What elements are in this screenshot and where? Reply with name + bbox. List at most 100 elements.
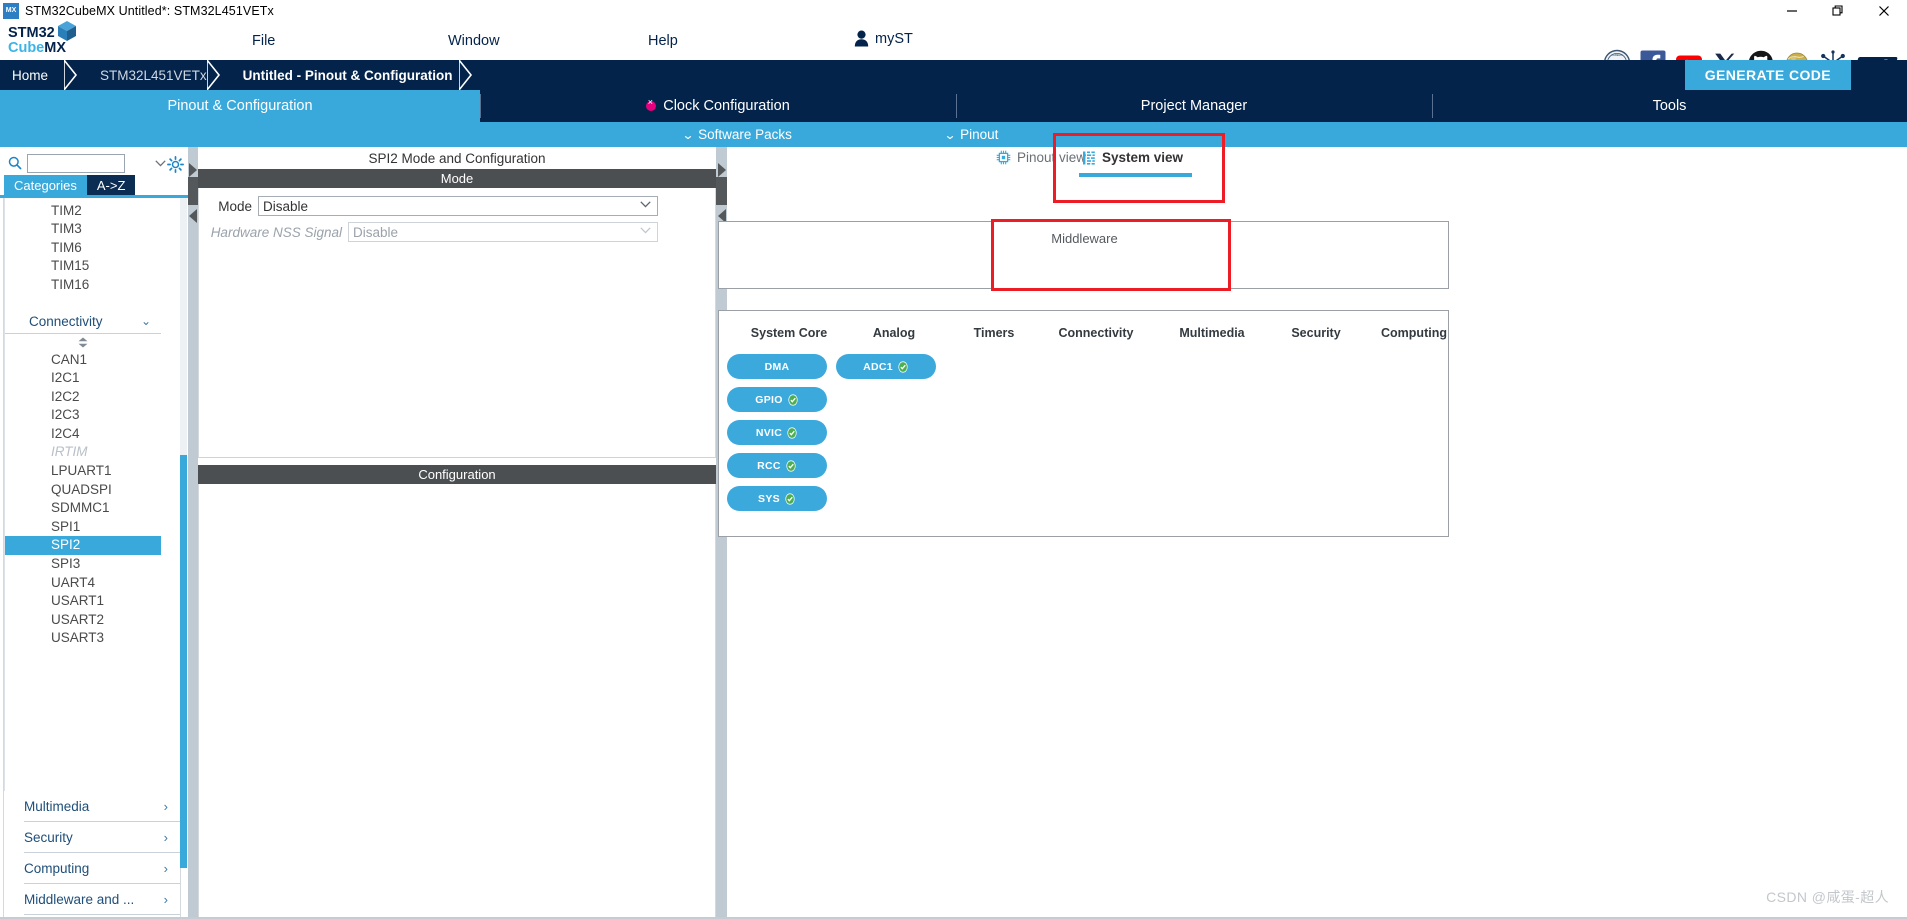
list-item-usart1[interactable]: USART1	[5, 592, 180, 611]
peripheral-sys-label: SYS	[758, 492, 780, 505]
column-computing: Computing	[1349, 311, 1479, 340]
peripheral-rcc[interactable]: RCC	[727, 453, 827, 478]
column-computing-title: Computing	[1381, 326, 1447, 340]
configured-check-icon-adc1	[898, 360, 908, 373]
list-item-usart2[interactable]: USART2	[5, 610, 180, 629]
mode-select[interactable]: Disable	[258, 196, 658, 216]
tab-clock-configuration-label: Clock Configuration	[663, 98, 790, 114]
splitter-right-up-arrow-icon[interactable]	[717, 163, 727, 177]
splitter-right-handle[interactable]	[716, 177, 727, 205]
tab-categories[interactable]: Categories	[4, 175, 87, 195]
system-view-panel: Pinout view System view Middleware Syste…	[718, 133, 1907, 919]
peripheral-dma-label: DMA	[764, 360, 790, 373]
breadcrumb-item-home[interactable]: Home	[0, 60, 64, 90]
tab-pinout-configuration[interactable]: Pinout & Configuration	[0, 90, 480, 122]
breadcrumb-item-current[interactable]: Untitled - Pinout & Configuration	[229, 60, 453, 90]
peripheral-adc1-label: ADC1	[863, 360, 893, 373]
peripheral-config-panel: SPI2 Mode and Configuration Mode Mode Di…	[198, 147, 716, 919]
list-item-lpuart1[interactable]: LPUART1	[5, 462, 180, 481]
category-computing[interactable]: Computing ›	[24, 853, 180, 884]
scroll-up-arrow-icon[interactable]	[5, 337, 161, 348]
highlight-box-middleware	[991, 219, 1231, 291]
list-item-sdmmc1[interactable]: SDMMC1	[5, 499, 180, 518]
gear-icon[interactable]	[167, 156, 184, 173]
hardware-nss-signal-label: Hardware NSS Signal	[210, 224, 342, 240]
tab-project-manager[interactable]: Project Manager	[956, 90, 1432, 122]
highlight-box-system-view	[1053, 133, 1225, 203]
left-scrollbar-thumb[interactable]	[180, 455, 187, 868]
category-security[interactable]: Security ›	[24, 822, 180, 853]
splitter-left[interactable]	[188, 147, 198, 919]
list-item-tim6[interactable]: TIM6	[5, 238, 180, 257]
chevron-down-icon-connectivity: ⌄	[140, 314, 151, 329]
myst-account-button[interactable]: myST	[854, 30, 913, 47]
row-mode: Mode Disable	[198, 195, 716, 217]
view-tab-bar: Pinout view System view	[727, 133, 1907, 203]
breadcrumb-item-mcu[interactable]: STM32L451VETx	[86, 60, 207, 90]
splitter-left-up-arrow-icon[interactable]	[188, 163, 198, 177]
tab-a-to-z-label: A->Z	[96, 177, 126, 193]
list-item-tim3[interactable]: TIM3	[5, 220, 180, 239]
workspace: Categories A->Z TIM2 TIM3 TIM6 TIM15 TIM…	[0, 133, 1907, 919]
list-item-quadspi[interactable]: QUADSPI	[5, 480, 180, 499]
menu-file[interactable]: File	[252, 33, 275, 49]
splitter-left-handle[interactable]	[188, 177, 198, 205]
list-item-i2c4[interactable]: I2C4	[5, 424, 180, 443]
peripheral-list[interactable]: TIM2 TIM3 TIM6 TIM15 TIM16 Connectivity …	[4, 198, 180, 868]
menu-window[interactable]: Window	[448, 33, 500, 49]
tab-a-to-z[interactable]: A->Z	[86, 175, 136, 195]
main-tab-bar: Pinout & Configuration Clock Configurati…	[0, 90, 1907, 122]
splitter-left-down-arrow-icon[interactable]	[188, 209, 198, 223]
list-item-tim16[interactable]: TIM16	[5, 275, 180, 294]
peripheral-gpio[interactable]: GPIO	[727, 387, 827, 412]
list-item-tim2[interactable]: TIM2	[5, 201, 180, 220]
search-input[interactable]	[27, 153, 125, 173]
tab-tools[interactable]: Tools	[1432, 90, 1907, 122]
list-item-i2c3[interactable]: I2C3	[5, 406, 180, 425]
peripheral-sys[interactable]: SYS	[727, 486, 827, 511]
peripheral-adc1[interactable]: ADC1	[836, 354, 936, 379]
tab-clock-configuration[interactable]: Clock Configuration	[480, 90, 956, 122]
close-icon[interactable]	[1861, 0, 1907, 22]
list-item-i2c1[interactable]: I2C1	[5, 369, 180, 388]
pinout-label: Pinout	[960, 127, 999, 142]
cube-icon	[58, 21, 76, 41]
search-icon[interactable]	[8, 156, 22, 170]
logo-line1: STM32	[8, 24, 55, 41]
list-item-irtim: IRTIM	[51, 444, 88, 460]
breadcrumb-chevron-icon-3	[458, 60, 481, 90]
category-multimedia[interactable]: Multimedia ›	[24, 791, 180, 822]
breadcrumb-chevron-icon-2	[206, 60, 229, 90]
peripheral-nvic[interactable]: NVIC	[727, 420, 827, 445]
list-item-usart3[interactable]: USART3	[5, 629, 180, 648]
minimize-icon[interactable]	[1769, 0, 1815, 22]
breadcrumb: Home STM32L451VETx Untitled - Pinout & C…	[0, 60, 1907, 90]
pinout-menu[interactable]: ⌄ Pinout	[943, 127, 999, 142]
tab-project-manager-label: Project Manager	[1140, 98, 1248, 114]
category-middleware[interactable]: Middleware and ... ›	[24, 884, 180, 915]
tab-tools-label: Tools	[1652, 98, 1687, 114]
stm32cubemx-logo: STM32 CubeMX	[8, 20, 80, 62]
tab-categories-label: Categories	[14, 177, 77, 193]
list-item-spi1[interactable]: SPI1	[5, 517, 180, 536]
group-header-connectivity[interactable]: Connectivity ⌄	[5, 310, 161, 334]
chevron-down-icon-2: ⌄	[943, 127, 957, 142]
breadcrumb-home-label: Home	[12, 67, 49, 83]
logo-line2-mx: MX	[44, 40, 66, 56]
panel-divider	[198, 457, 716, 458]
peripheral-gpio-label: GPIO	[755, 393, 783, 406]
list-item-i2c2[interactable]: I2C2	[5, 387, 180, 406]
column-connectivity: Connectivity	[1026, 311, 1166, 340]
list-item-spi2[interactable]: SPI2	[5, 535, 161, 555]
software-packs-menu[interactable]: ⌄ Software Packs	[682, 127, 792, 142]
menu-help[interactable]: Help	[648, 33, 678, 49]
list-item-spi3[interactable]: SPI3	[5, 555, 180, 574]
list-item-uart4[interactable]: UART4	[5, 573, 180, 592]
list-item-tim15[interactable]: TIM15	[5, 257, 180, 276]
generate-code-button[interactable]: GENERATE CODE	[1684, 60, 1851, 90]
logo-line2-cube: Cube	[8, 40, 45, 56]
maximize-icon[interactable]	[1815, 0, 1861, 22]
sub-tool-bar: ⌄ Software Packs ⌄ Pinout	[0, 122, 1907, 147]
peripheral-dma[interactable]: DMA	[727, 354, 827, 379]
list-item-can1[interactable]: CAN1	[5, 350, 180, 369]
